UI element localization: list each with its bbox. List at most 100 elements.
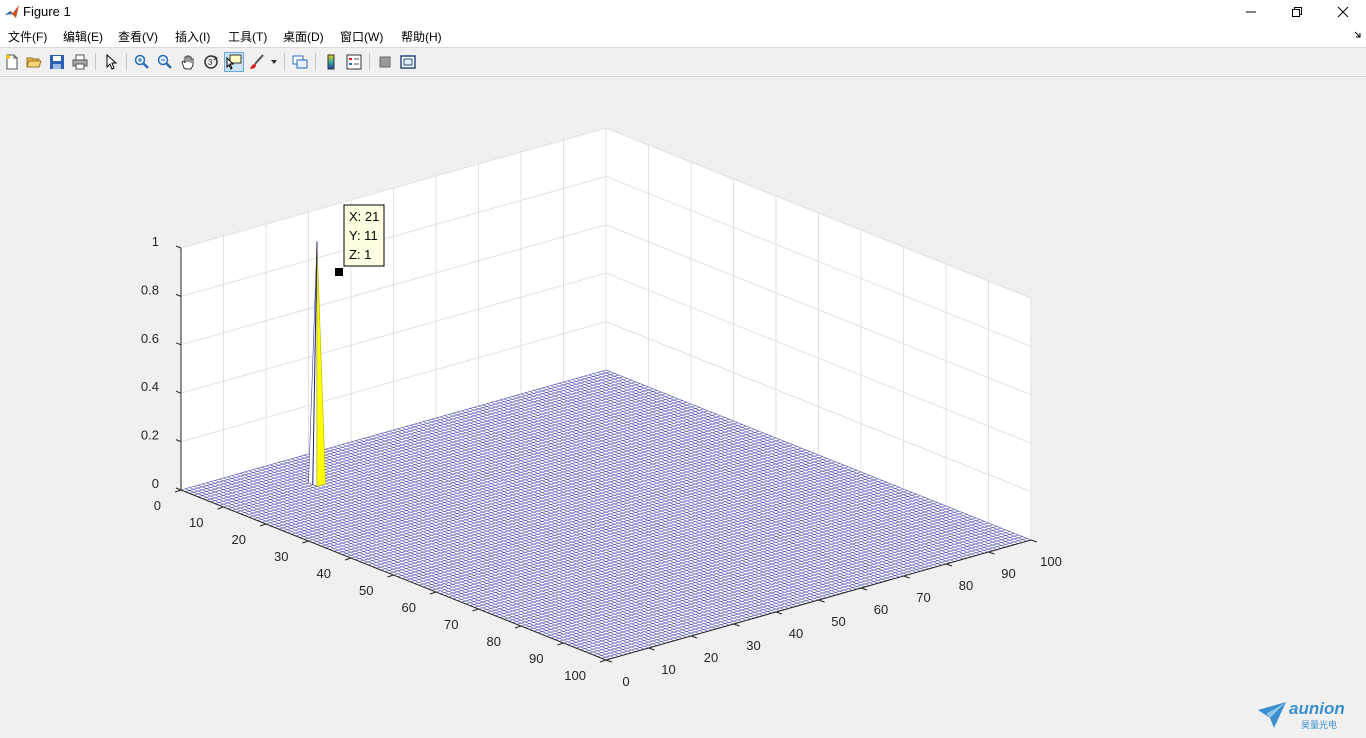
zoom-out-icon <box>157 54 172 69</box>
close-button[interactable] <box>1320 0 1366 24</box>
rotate-3d-icon: 3 <box>204 55 218 69</box>
close-icon <box>1337 6 1349 18</box>
x-tick-label: 80 <box>959 578 973 593</box>
save-button[interactable] <box>47 52 67 72</box>
minimize-button[interactable] <box>1228 0 1274 24</box>
dock-arrow-icon[interactable] <box>1353 30 1363 40</box>
paper-plane-icon <box>1258 702 1286 728</box>
link-plot-icon <box>292 55 308 69</box>
new-figure-icon <box>6 54 18 70</box>
brush-icon <box>250 54 264 69</box>
restore-button[interactable] <box>1274 0 1320 24</box>
menu-insert[interactable]: 插入(I) <box>175 28 210 45</box>
zoom-out-button[interactable] <box>155 52 175 72</box>
brush-button[interactable] <box>247 52 267 72</box>
data-tip-x: X: 21 <box>349 209 379 224</box>
tick-mark <box>599 659 607 663</box>
title-bar: Figure 1 <box>0 0 1366 24</box>
tick-mark <box>818 599 825 603</box>
tick-mark <box>860 587 868 591</box>
toolbar-separator <box>126 53 127 71</box>
x-tick-label: 10 <box>661 662 675 677</box>
pan-hand-icon <box>181 55 194 70</box>
z-tick-label: 0 <box>152 476 159 491</box>
data-tip-marker <box>335 268 343 276</box>
z-tick-label: 0.4 <box>141 379 159 394</box>
y-tick-label: 20 <box>232 532 246 547</box>
y-tick-label: 30 <box>274 549 288 564</box>
tick-mark <box>988 551 995 555</box>
tick-mark <box>175 342 182 346</box>
x-tick-label: 20 <box>704 650 718 665</box>
data-tip-z: Z: 1 <box>349 247 371 262</box>
menu-view[interactable]: 查看(V) <box>118 28 158 45</box>
menu-window[interactable]: 窗口(W) <box>340 28 383 45</box>
show-plot-tools-button[interactable] <box>398 52 418 72</box>
tick-mark <box>945 563 953 567</box>
tick-mark <box>175 487 182 491</box>
toolbar-separator <box>315 53 316 71</box>
link-plot-button[interactable] <box>290 52 310 72</box>
open-file-button[interactable] <box>24 52 44 72</box>
x-tick-label: 30 <box>746 638 760 653</box>
tick-mark <box>259 523 267 527</box>
tick-mark <box>175 293 182 297</box>
z-tick-label: 1 <box>152 234 159 249</box>
tick-mark <box>175 245 182 249</box>
x-tick-label: 70 <box>916 590 930 605</box>
rotate-3d-button[interactable]: 3 <box>201 52 221 72</box>
surface-plot[interactable]: 00.20.40.60.810102030405060708090100 0102… <box>0 77 1366 698</box>
matlab-icon <box>4 4 20 20</box>
data-cursor-button[interactable] <box>224 52 244 72</box>
tick-mark <box>1030 539 1038 543</box>
tick-mark <box>217 506 224 510</box>
new-figure-button[interactable] <box>2 52 22 72</box>
data-tip-y: Y: 11 <box>349 228 378 243</box>
print-icon <box>72 54 88 70</box>
pan-button[interactable] <box>178 52 198 72</box>
tick-mark <box>690 635 698 639</box>
window-title: Figure 1 <box>23 4 71 19</box>
y-tick-label: 50 <box>359 583 373 598</box>
zoom-in-icon <box>134 54 149 69</box>
y-tick-label: 0 <box>154 498 161 513</box>
tick-mark <box>514 625 522 629</box>
legend-icon <box>346 54 362 70</box>
x-tick-label: 0 <box>622 674 629 689</box>
chevron-down-icon[interactable] <box>271 60 277 64</box>
tick-mark <box>302 540 309 544</box>
colorbar-icon <box>327 54 335 70</box>
menu-file[interactable]: 文件(F) <box>8 28 47 45</box>
menu-edit[interactable]: 编辑(E) <box>63 28 103 45</box>
toolbar-separator <box>284 53 285 71</box>
insert-colorbar-button[interactable] <box>321 52 341 72</box>
hide-plot-tools-icon <box>379 56 391 68</box>
menu-help[interactable]: 帮助(H) <box>401 28 442 45</box>
tick-mark <box>733 623 740 627</box>
tick-mark <box>775 611 783 615</box>
y-tick-label: 100 <box>564 668 586 683</box>
menu-tools[interactable]: 工具(T) <box>228 28 267 45</box>
insert-legend-button[interactable] <box>344 52 364 72</box>
show-plot-tools-icon <box>400 55 416 69</box>
z-tick-label: 0.8 <box>141 282 159 297</box>
y-tick-label: 40 <box>317 566 331 581</box>
edit-plot-button[interactable] <box>101 52 121 72</box>
restore-icon <box>1292 7 1302 17</box>
zoom-in-button[interactable] <box>132 52 152 72</box>
minimize-icon <box>1246 11 1256 13</box>
tick-mark <box>344 557 352 561</box>
tick-mark <box>175 390 182 394</box>
tick-mark <box>429 591 437 595</box>
open-file-icon <box>26 57 42 68</box>
edit-plot-pointer-icon <box>106 54 118 70</box>
tick-mark <box>605 659 613 663</box>
tick-mark <box>648 647 655 651</box>
y-tick-label: 80 <box>487 634 501 649</box>
menu-desktop[interactable]: 桌面(D) <box>283 28 324 45</box>
tick-mark <box>557 642 564 646</box>
svg-text:3: 3 <box>208 58 213 67</box>
hide-plot-tools-button[interactable] <box>375 52 395 72</box>
watermark-subtitle: 昊量光电 <box>1301 721 1338 731</box>
print-button[interactable] <box>70 52 90 72</box>
